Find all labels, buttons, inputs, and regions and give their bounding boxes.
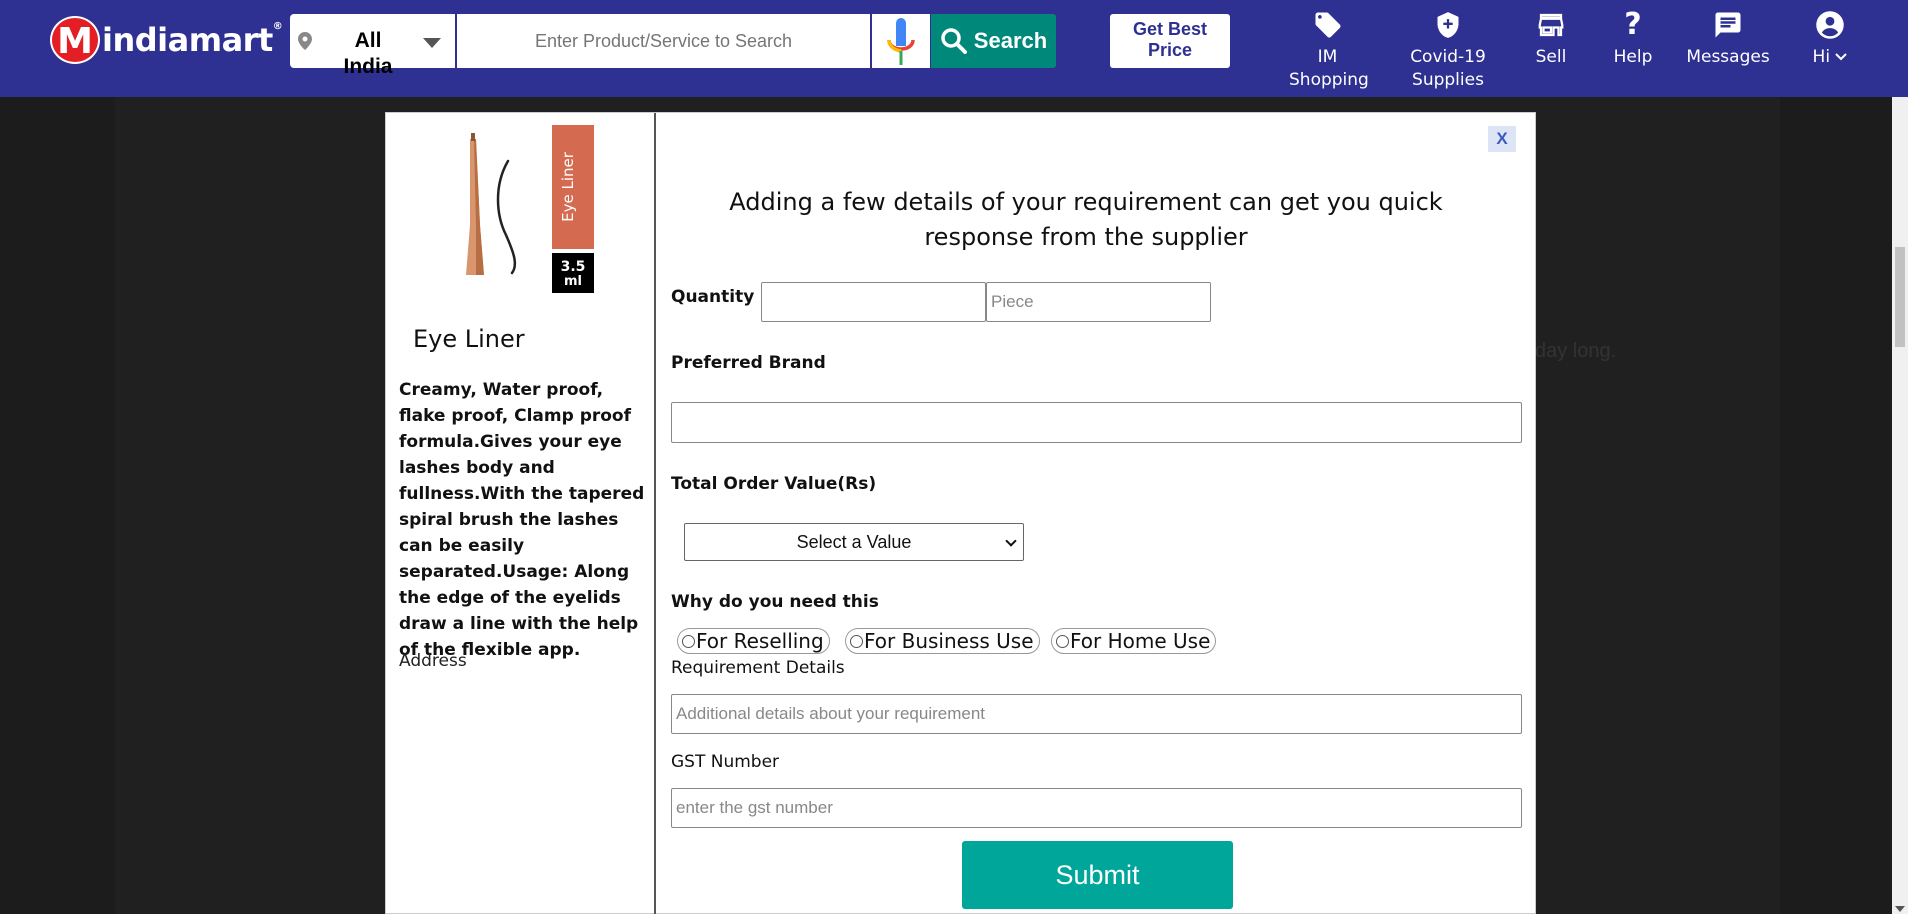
search-icon <box>941 28 967 54</box>
radio-for-business-use[interactable]: For Business Use <box>845 628 1040 654</box>
radio-for-reselling[interactable]: For Reselling <box>677 628 830 654</box>
quantity-input[interactable] <box>761 282 986 322</box>
nav-sell[interactable]: Sell <box>1530 10 1572 69</box>
background-text: day long. <box>1535 340 1617 362</box>
radio-for-home-use[interactable]: For Home Use <box>1051 628 1217 654</box>
preferred-brand-input[interactable] <box>671 402 1522 443</box>
quantity-label: Quantity <box>671 287 755 307</box>
microphone-icon <box>887 18 915 65</box>
close-button[interactable]: X <box>1488 126 1516 152</box>
product-panel: Eye Liner 3.5 ml Eye Liner Creamy, Water… <box>386 113 656 914</box>
location-label: All India <box>343 29 393 78</box>
submit-button[interactable]: Submit <box>962 841 1233 909</box>
nav-covid-supplies[interactable]: Covid-19 Supplies <box>1408 10 1488 92</box>
product-image-size-value: 3.5 <box>561 259 586 275</box>
unit-input[interactable] <box>986 282 1211 322</box>
search-input[interactable] <box>457 14 870 68</box>
nav-help[interactable]: ? Help <box>1612 10 1654 69</box>
location-pin-icon <box>298 32 312 50</box>
purpose-label: Why do you need this <box>671 592 879 612</box>
search-button-label: Search <box>973 28 1048 53</box>
requirement-details-label: Requirement Details <box>671 658 845 678</box>
product-image-size-unit: ml <box>564 274 582 289</box>
chevron-down-icon <box>1835 53 1848 61</box>
greeting-label: Hi <box>1812 47 1831 67</box>
account-icon <box>1816 11 1844 39</box>
order-value-label: Total Order Value(Rs) <box>671 474 877 494</box>
order-value-select[interactable]: Select a Value <box>684 523 1024 561</box>
scrollbar-thumb[interactable] <box>1895 247 1905 347</box>
product-description: Creamy, Water proof, flake proof, Clamp … <box>399 380 645 660</box>
order-value-selected: Select a Value <box>796 532 912 552</box>
preferred-brand-label: Preferred Brand <box>671 353 826 373</box>
radio-circle-icon <box>682 634 695 648</box>
shield-plus-icon <box>1437 12 1459 38</box>
message-icon <box>1715 12 1741 38</box>
search-button[interactable]: Search <box>931 14 1056 68</box>
get-best-price-button[interactable]: Get Best Price <box>1110 14 1230 68</box>
radio-circle-icon <box>850 634 863 648</box>
location-selector[interactable]: All India <box>290 14 455 78</box>
scroll-down-arrow-icon[interactable] <box>1895 906 1905 912</box>
logo-mark: M <box>50 16 100 64</box>
question-icon: ? <box>1624 7 1642 42</box>
tag-icon <box>1315 12 1340 38</box>
product-address-label: Address <box>399 651 467 671</box>
store-icon <box>1538 13 1564 37</box>
requirement-modal: Eye Liner 3.5 ml Eye Liner Creamy, Water… <box>385 112 1536 914</box>
product-image: Eye Liner 3.5 ml <box>466 125 594 293</box>
nav-messages[interactable]: Messages <box>1684 10 1772 69</box>
nav-im-shopping[interactable]: IM Shopping <box>1289 10 1369 92</box>
indiamart-logo[interactable]: M indiamart® <box>50 16 283 64</box>
caret-down-icon <box>423 38 441 48</box>
logo-registered-mark: ® <box>272 21 283 32</box>
requirement-details-input[interactable] <box>671 694 1522 734</box>
form-heading: Adding a few details of your requirement… <box>729 188 1443 251</box>
radio-circle-icon <box>1056 634 1069 648</box>
chevron-down-icon <box>1005 535 1017 547</box>
top-header-bar: M indiamart® All India Search Get Best P… <box>0 0 1908 97</box>
product-title: Eye Liner <box>413 325 525 353</box>
voice-search-button[interactable] <box>872 14 930 68</box>
gst-number-label: GST Number <box>671 752 780 772</box>
page-scrollbar[interactable] <box>1892 97 1908 914</box>
logo-text: indiamart <box>102 21 273 59</box>
product-image-label: Eye Liner <box>559 151 577 222</box>
nav-account[interactable]: Hi <box>1805 10 1855 69</box>
gst-number-input[interactable] <box>671 788 1522 828</box>
